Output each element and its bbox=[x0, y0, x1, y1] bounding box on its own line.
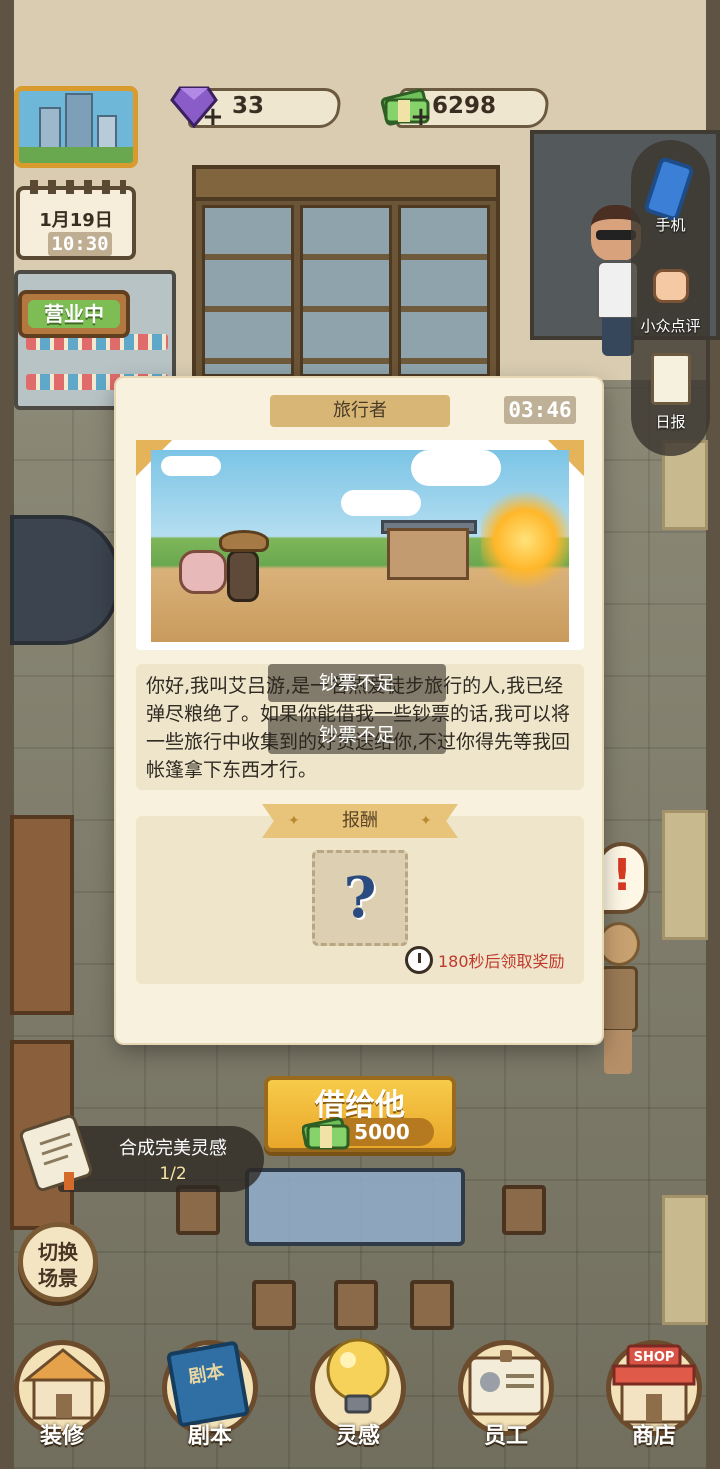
nav-staff-label: 员工 bbox=[483, 1424, 528, 1449]
traveler-hat bbox=[219, 530, 269, 552]
building-shape bbox=[39, 107, 61, 151]
switch-scene-label: 场景 bbox=[38, 1266, 78, 1290]
shelf-pane bbox=[202, 205, 294, 377]
nav-store[interactable]: SHOP 商店 bbox=[594, 1330, 714, 1460]
floor-mat bbox=[662, 1195, 708, 1325]
reviews-label: 小众点评 bbox=[640, 317, 701, 335]
phone-button[interactable]: 手机 bbox=[631, 155, 710, 238]
glass-bookshelf bbox=[192, 165, 500, 380]
cloud bbox=[341, 490, 421, 516]
glowing-doorway bbox=[481, 490, 569, 590]
chair bbox=[334, 1280, 378, 1330]
exclamation-icon: ! bbox=[611, 850, 633, 901]
grass-strip bbox=[19, 147, 133, 163]
chair bbox=[252, 1280, 296, 1330]
switch-scene-label: 切换 bbox=[38, 1240, 78, 1264]
traveler-figure bbox=[179, 530, 269, 610]
question-mark-icon: ? bbox=[343, 865, 377, 931]
clipboard-icon bbox=[651, 353, 691, 405]
shop-sign-text: SHOP bbox=[634, 1350, 675, 1365]
store-icon: SHOP bbox=[612, 1344, 696, 1424]
nav-inspiration-label: 灵感 bbox=[335, 1424, 380, 1449]
thumbs-up-icon bbox=[653, 269, 689, 303]
shop-renovate-icon bbox=[21, 1348, 105, 1420]
chair bbox=[176, 1185, 220, 1235]
city-avatar-button[interactable] bbox=[14, 86, 138, 168]
chair bbox=[410, 1280, 454, 1330]
calendar-date: 1月19日 bbox=[39, 210, 113, 231]
cloud bbox=[161, 456, 221, 476]
traveler-character-body[interactable] bbox=[600, 966, 638, 1032]
stopwatch-icon bbox=[405, 946, 433, 974]
shelf-pane bbox=[300, 205, 392, 377]
insufficient-cash-toast: 钞票不足 bbox=[268, 664, 446, 702]
reward-title: 报酬 bbox=[342, 810, 378, 831]
lightbulb-icon bbox=[326, 1338, 390, 1414]
gem-count: 33 bbox=[232, 93, 265, 119]
shelf-pane bbox=[398, 205, 490, 377]
bookshelf-top bbox=[192, 165, 500, 201]
cash-plus-icon[interactable]: + bbox=[410, 102, 432, 132]
dialog-countdown-timer: 03:46 bbox=[504, 396, 576, 424]
nav-renovate-label: 装修 bbox=[39, 1424, 84, 1449]
phone-icon bbox=[642, 155, 696, 223]
side-desk[interactable] bbox=[10, 815, 74, 1015]
daily-report-label: 日报 bbox=[655, 413, 686, 431]
calendar-widget[interactable]: 1月19日 10:30 bbox=[16, 180, 136, 260]
building-shape bbox=[65, 93, 93, 151]
traveler-body bbox=[227, 550, 259, 602]
glass-table[interactable] bbox=[245, 1168, 465, 1246]
left-wall-edge bbox=[0, 0, 14, 1469]
hut bbox=[387, 528, 469, 580]
traveler-character-legs bbox=[604, 1030, 632, 1074]
phone-label: 手机 bbox=[655, 216, 686, 234]
insufficient-cash-toast: 钞票不足 bbox=[268, 716, 446, 754]
nav-script[interactable]: 剧本 剧本 bbox=[150, 1330, 270, 1460]
scroll-icon bbox=[19, 1114, 93, 1192]
nav-staff[interactable]: 员工 bbox=[446, 1330, 566, 1460]
dialog-title: 旅行者 bbox=[270, 395, 450, 427]
floor-mat bbox=[662, 810, 708, 940]
cash-count: 6298 bbox=[432, 93, 497, 119]
quest-progress: 1/2 bbox=[159, 1164, 187, 1184]
alert-bubble[interactable]: ! bbox=[596, 842, 648, 914]
traveler-character-head[interactable] bbox=[598, 922, 640, 966]
game-clock: 10:30 bbox=[48, 232, 112, 256]
cloud bbox=[411, 450, 501, 486]
nav-renovate[interactable]: 装修 bbox=[2, 1330, 122, 1460]
open-status-label: 营业中 bbox=[28, 300, 120, 328]
cash-stack-icon bbox=[302, 1117, 350, 1150]
reviews-button[interactable]: 小众点评 bbox=[631, 255, 710, 335]
script-book-icon: 剧本 bbox=[165, 1340, 251, 1428]
reception-counter[interactable] bbox=[10, 515, 120, 645]
manager-character-legs bbox=[602, 318, 634, 356]
daily-report-button[interactable]: 日报 bbox=[631, 345, 710, 435]
nav-inspiration[interactable]: 灵感 bbox=[298, 1330, 418, 1460]
building-shape bbox=[97, 115, 117, 151]
chair bbox=[502, 1185, 546, 1235]
nav-script-label: 剧本 bbox=[187, 1424, 232, 1449]
reward-wait-note: 180秒后领取奖励 bbox=[438, 952, 565, 971]
staff-badge-icon bbox=[468, 1350, 544, 1416]
quest-title: 合成完美灵感 bbox=[119, 1138, 227, 1159]
script-book-text: 剧本 bbox=[186, 1361, 226, 1389]
backpack bbox=[179, 550, 227, 594]
traveler-illustration bbox=[151, 450, 569, 642]
gem-plus-icon[interactable]: + bbox=[202, 102, 224, 132]
calendar-rings bbox=[30, 180, 126, 194]
open-status-sign[interactable]: 营业中 bbox=[18, 290, 130, 338]
nav-store-label: 商店 bbox=[631, 1424, 676, 1449]
manager-sunglasses bbox=[596, 230, 636, 240]
